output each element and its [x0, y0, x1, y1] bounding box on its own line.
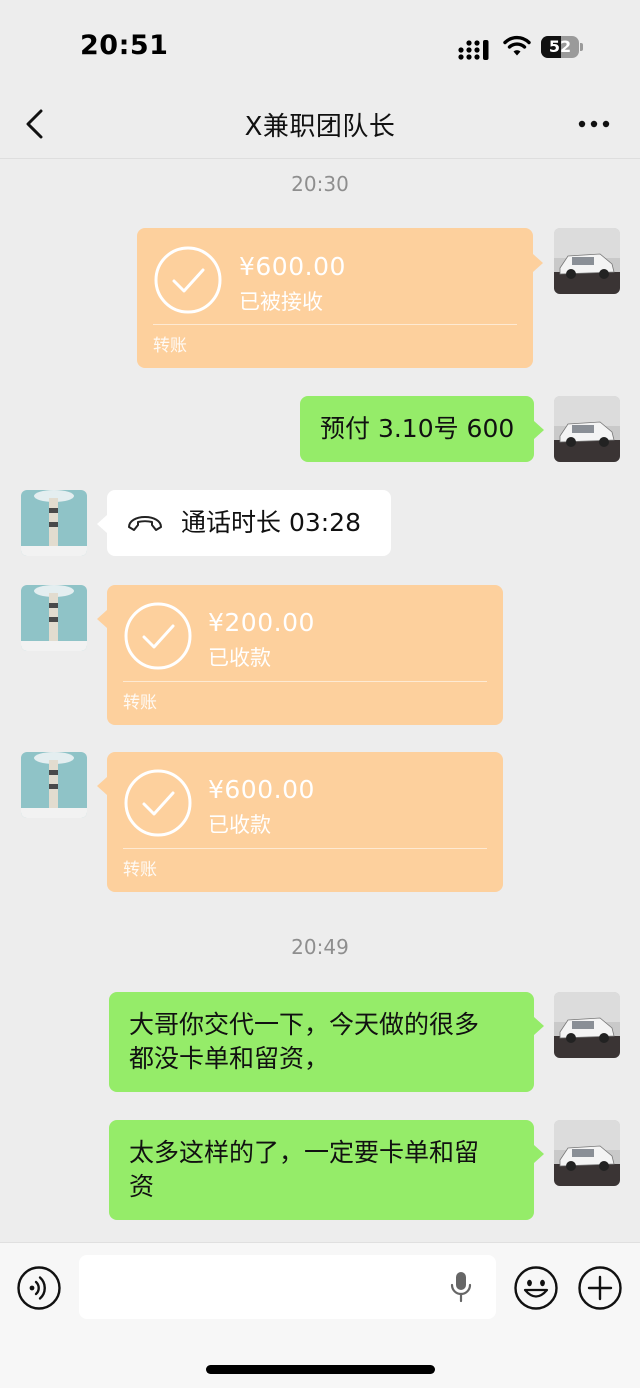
contact-avatar[interactable] — [21, 490, 87, 556]
status-time: 20:51 — [80, 30, 169, 61]
header-divider — [0, 158, 640, 159]
bubble-tail — [534, 1017, 544, 1035]
mic-icon[interactable] — [450, 1270, 472, 1304]
message-bubble[interactable]: 大哥你交代一下，今天做的很多 都没卡单和留资， — [109, 992, 534, 1092]
more-dots-icon[interactable] — [574, 110, 614, 138]
battery-indicator: 52 — [541, 36, 585, 58]
message-text-line: 大哥你交代一下，今天做的很多 — [129, 1010, 480, 1039]
message-bubble[interactable]: 预付 3.10号 600 — [300, 396, 534, 462]
message-text-line: 资 — [129, 1172, 155, 1201]
bubble-tail — [533, 254, 543, 272]
transfer-card[interactable]: ¥600.00 已被接收 转账 — [137, 228, 533, 368]
check-circle-icon — [124, 769, 192, 837]
bubble-tail — [97, 610, 107, 628]
transfer-amount: ¥200.00 — [208, 608, 315, 637]
transfer-status: 已被接收 — [239, 290, 323, 314]
my-avatar[interactable] — [554, 228, 620, 294]
call-duration: 通话时长 03:28 — [181, 508, 361, 537]
contact-avatar[interactable] — [21, 585, 87, 651]
transfer-divider — [123, 681, 487, 682]
check-circle-icon — [124, 602, 192, 670]
transfer-divider — [123, 848, 487, 849]
cellular-signal-icon — [458, 40, 489, 60]
message-text-line: 都没卡单和留资， — [129, 1044, 330, 1073]
bubble-tail — [97, 515, 107, 533]
emoji-icon[interactable] — [513, 1265, 559, 1311]
plus-icon[interactable] — [577, 1265, 623, 1311]
transfer-label: 转账 — [123, 693, 157, 713]
transfer-label: 转账 — [153, 336, 187, 356]
wifi-icon — [503, 35, 531, 56]
bubble-tail — [97, 777, 107, 795]
transfer-status: 已收款 — [208, 646, 271, 670]
transfer-amount: ¥600.00 — [239, 252, 346, 281]
transfer-card[interactable]: ¥200.00 已收款 转账 — [107, 585, 503, 725]
my-avatar[interactable] — [554, 396, 620, 462]
my-avatar[interactable] — [554, 1120, 620, 1186]
timestamp: 20:30 — [291, 172, 349, 196]
timestamp: 20:49 — [291, 935, 349, 959]
transfer-amount: ¥600.00 — [208, 775, 315, 804]
transfer-card[interactable]: ¥600.00 已收款 转账 — [107, 752, 503, 892]
chevron-left-icon[interactable] — [22, 106, 48, 142]
message-bubble[interactable]: 太多这样的了，一定要卡单和留 资 — [109, 1120, 534, 1220]
my-avatar[interactable] — [554, 992, 620, 1058]
bubble-tail — [534, 421, 544, 439]
message-text-line: 太多这样的了，一定要卡单和留 — [129, 1138, 480, 1167]
chat-title: X兼职团队长 — [244, 112, 396, 142]
contact-avatar[interactable] — [21, 752, 87, 818]
transfer-status: 已收款 — [208, 813, 271, 837]
phone-hangup-icon — [128, 516, 162, 531]
home-indicator — [206, 1365, 435, 1374]
message-input[interactable] — [79, 1255, 496, 1319]
transfer-divider — [153, 324, 517, 325]
message-text: 预付 3.10号 600 — [320, 414, 515, 443]
bubble-tail — [534, 1145, 544, 1163]
call-record-bubble[interactable]: 通话时长 03:28 — [107, 490, 391, 556]
voice-icon[interactable] — [16, 1265, 62, 1311]
check-circle-icon — [154, 246, 222, 314]
transfer-label: 转账 — [123, 860, 157, 880]
